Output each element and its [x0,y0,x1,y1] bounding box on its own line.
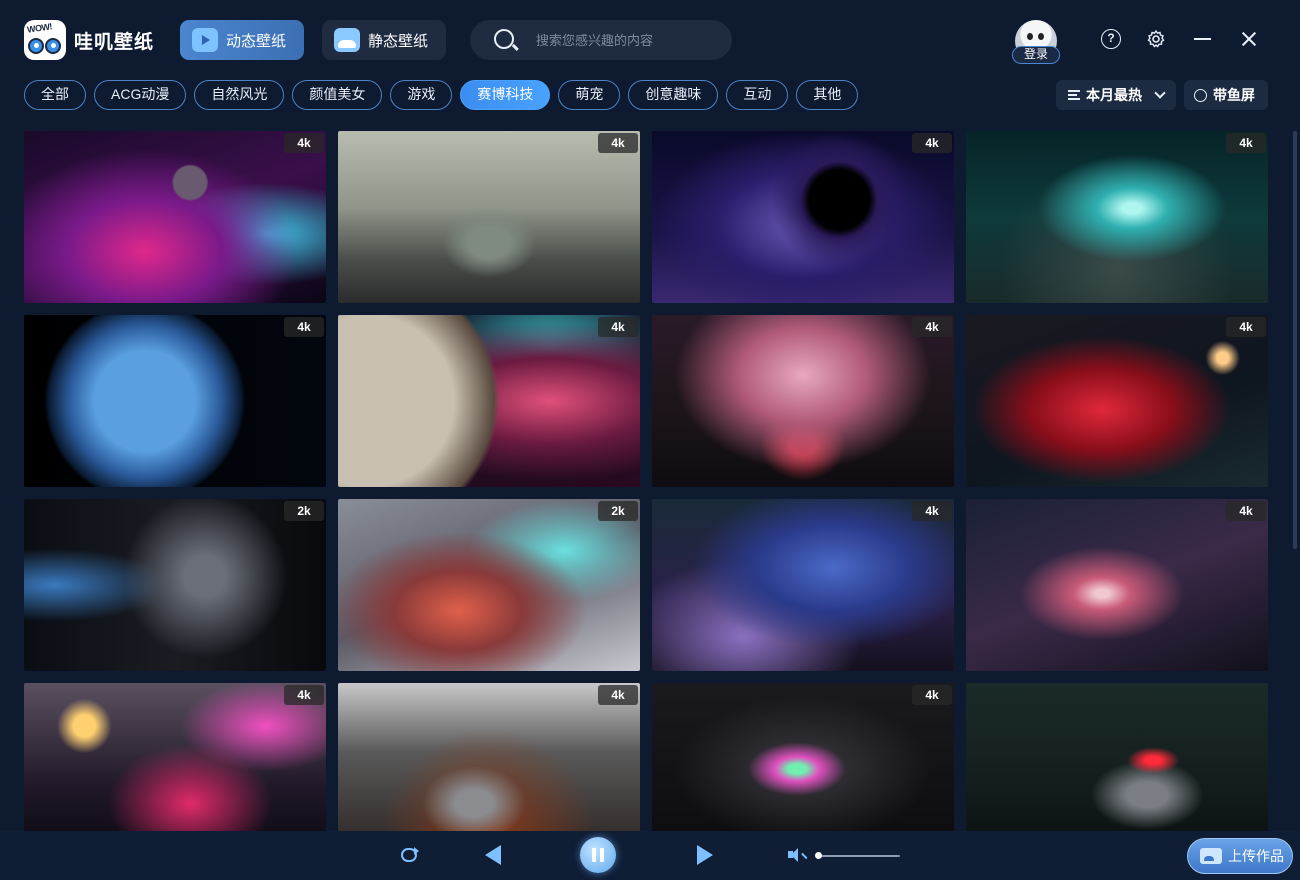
category-interactive[interactable]: 互动 [726,80,789,110]
logo-badge-icon: WOW! [24,20,66,60]
sort-dropdown[interactable]: 本月最热 [1056,80,1176,110]
app-name: 哇叽壁纸 [74,31,155,53]
login-button[interactable]: 登录 [1012,46,1060,64]
resolution-badge: 4k [912,685,952,705]
chevron-down-icon [1154,87,1166,99]
wallpaper-card[interactable]: 4k [966,499,1268,671]
volume-knob[interactable] [815,852,822,859]
close-icon[interactable] [1239,29,1259,49]
resolution-badge: 2k [598,501,638,521]
avatar-eye-left [1027,33,1033,40]
resolution-badge: 4k [1226,317,1266,337]
avatar-eye-right [1038,33,1044,40]
category-creative[interactable]: 创意趣味 [628,80,719,110]
resolution-badge: 4k [598,133,638,153]
wallpaper-card[interactable]: 4k [338,131,640,303]
upload-label: 上传作品 [1228,848,1284,864]
category-nature[interactable]: 自然风光 [194,80,285,110]
search-box[interactable] [470,20,732,60]
wallpaper-card[interactable]: 4k [24,683,326,831]
search-input[interactable] [536,30,716,50]
resolution-badge: 4k [912,501,952,521]
repeat-icon[interactable] [401,847,419,862]
wallpaper-card[interactable]: 4k [652,131,954,303]
category-pets[interactable]: 萌宠 [558,80,621,110]
fish-screen-label: 带鱼屏 [1213,87,1255,103]
wallpaper-card[interactable] [966,683,1268,831]
category-bar: 全部 ACG动漫 自然风光 颜值美女 游戏 赛博科技 萌宠 创意趣味 互动 其他 [24,80,859,110]
minimize-icon[interactable] [1193,29,1213,49]
wallpaper-card[interactable]: 4k [24,131,326,303]
scrollbar[interactable] [1293,131,1297,549]
resolution-badge: 2k [284,501,324,521]
wallpaper-card[interactable]: 4k [652,315,954,487]
gear-icon[interactable] [1146,29,1166,49]
volume-slider[interactable] [818,855,900,857]
next-icon[interactable] [697,845,715,865]
category-other[interactable]: 其他 [796,80,859,110]
category-all[interactable]: 全部 [24,80,86,110]
resolution-badge: 4k [1226,133,1266,153]
sort-label: 本月最热 [1086,87,1142,103]
wallpaper-card[interactable]: 4k [652,499,954,671]
category-beauty[interactable]: 颜值美女 [292,80,383,110]
search-icon[interactable] [494,29,514,49]
wallpaper-card[interactable]: 4k [652,683,954,831]
previous-icon[interactable] [483,845,501,865]
category-acg[interactable]: ACG动漫 [94,80,187,110]
resolution-badge: 4k [284,685,324,705]
wallpaper-card[interactable]: 4k [966,131,1268,303]
resolution-badge: 4k [912,317,952,337]
app-logo[interactable]: WOW! 哇叽壁纸 [24,20,154,60]
wallpaper-card[interactable]: 2k [24,499,326,671]
resolution-badge: 4k [598,685,638,705]
resolution-badge: 4k [284,317,324,337]
resolution-badge: 4k [912,133,952,153]
category-cyber-tech[interactable]: 赛博科技 [460,80,551,110]
logo-eye-right [45,38,61,54]
dynamic-wallpaper-label: 动态壁纸 [226,32,287,50]
resolution-badge: 4k [598,317,638,337]
logo-eye-left [28,38,44,54]
wallpaper-grid: 4k 4k 4k 4k 4k 4k 4k 4k 2k 2k 4k 4k 4k 4k 4k [24,131,1268,831]
app-window: WOW! 哇叽壁纸 动态壁纸 静态壁纸 登录 ? [0,0,1300,880]
upload-icon [1200,848,1222,864]
static-wallpaper-label: 静态壁纸 [368,32,429,50]
wallpaper-card[interactable]: 4k [338,683,640,831]
image-icon [334,28,360,52]
upload-button[interactable]: 上传作品 [1187,838,1293,874]
static-wallpaper-tab[interactable]: 静态壁纸 [322,20,446,60]
resolution-badge: 4k [284,133,324,153]
logo-wow-text: WOW! [26,21,53,35]
dynamic-wallpaper-tab[interactable]: 动态壁纸 [180,20,304,60]
wallpaper-card[interactable]: 4k [24,315,326,487]
header: WOW! 哇叽壁纸 动态壁纸 静态壁纸 登录 ? [0,0,1300,78]
pause-button[interactable] [580,837,616,873]
sort-icon [1068,89,1082,101]
mute-icon[interactable] [788,848,804,862]
category-game[interactable]: 游戏 [390,80,453,110]
wallpaper-card[interactable]: 4k [338,315,640,487]
gear-icon-svg [1147,30,1165,48]
fish-screen-toggle[interactable]: 带鱼屏 [1184,80,1268,110]
help-icon[interactable]: ? [1101,29,1121,49]
wallpaper-card[interactable]: 2k [338,499,640,671]
player-bar [0,831,1300,880]
radio-icon [1194,88,1207,102]
tv-icon [192,28,218,52]
resolution-badge: 4k [1226,501,1266,521]
wallpaper-card[interactable]: 4k [966,315,1268,487]
